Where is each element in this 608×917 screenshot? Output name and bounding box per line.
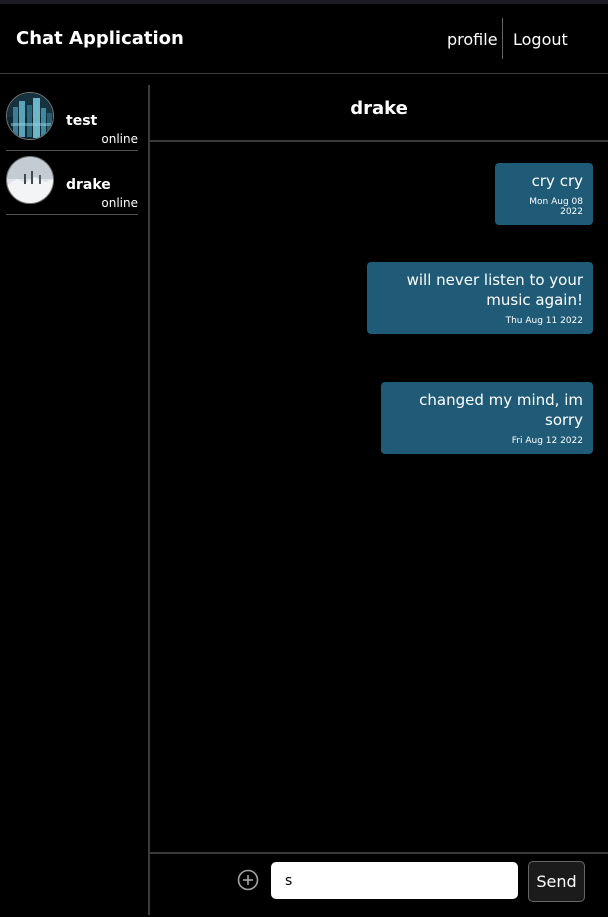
chat-title: drake bbox=[350, 98, 408, 119]
contact-status: online bbox=[101, 132, 138, 146]
avatar bbox=[6, 156, 54, 204]
avatar bbox=[6, 92, 54, 140]
message-bubble: cry cry Mon Aug 08 2022 bbox=[495, 163, 593, 225]
message-bubble: changed my mind, im sorry Fri Aug 12 202… bbox=[381, 382, 593, 454]
contact-item-drake[interactable]: drake online bbox=[6, 154, 138, 215]
contact-status: online bbox=[101, 196, 138, 210]
message-text: cry cry bbox=[531, 172, 583, 190]
contact-name: test bbox=[66, 113, 98, 129]
app-title: Chat Application bbox=[16, 28, 184, 49]
message-date: Fri Aug 12 2022 bbox=[511, 436, 583, 446]
send-button[interactable]: Send bbox=[528, 861, 585, 902]
profile-link[interactable]: profile bbox=[447, 30, 498, 49]
plus-circle-icon[interactable] bbox=[237, 869, 259, 891]
message-input[interactable] bbox=[271, 862, 518, 899]
logout-link[interactable]: Logout bbox=[513, 30, 568, 49]
message-date: Mon Aug 08 2022 bbox=[529, 197, 583, 217]
contact-item-test[interactable]: test online bbox=[6, 90, 138, 151]
contacts-sidebar: test online drake online bbox=[0, 85, 150, 915]
chat-header: drake bbox=[150, 84, 608, 142]
message-composer: Send bbox=[150, 852, 608, 917]
message-text: changed my mind, im sorry bbox=[419, 391, 583, 429]
app-header: Chat Application profile Logout bbox=[0, 4, 608, 74]
nav-divider bbox=[502, 18, 503, 59]
message-bubble: will never listen to your music again! T… bbox=[367, 262, 593, 334]
contact-name: drake bbox=[66, 177, 111, 193]
message-date: Thu Aug 11 2022 bbox=[505, 316, 583, 326]
message-text: will never listen to your music again! bbox=[406, 271, 583, 309]
